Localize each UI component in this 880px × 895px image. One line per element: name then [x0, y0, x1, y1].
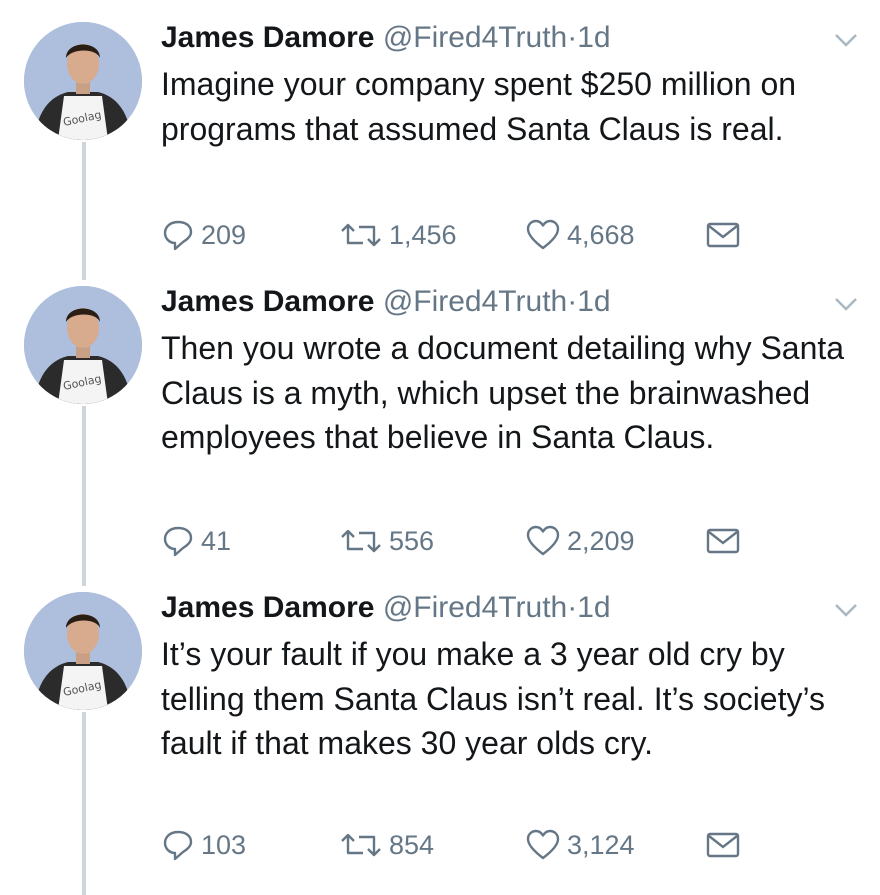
reply-icon: [163, 830, 193, 861]
tweet-actions: 209 1,456 4,668: [161, 215, 861, 255]
heart-icon: [526, 525, 560, 556]
direct-message-button[interactable]: [706, 215, 746, 255]
retweet-icon: [341, 223, 381, 247]
user-handle[interactable]: @Fired4Truth: [383, 285, 567, 318]
separator-dot: ·: [567, 591, 578, 624]
tweet-header: James Damore @Fired4Truth·1d: [161, 282, 611, 322]
tweet[interactable]: Goolag James Damore @Fired4Truth·1d Imag…: [0, 0, 880, 280]
direct-message-button[interactable]: [706, 825, 746, 865]
reply-count: 41: [201, 525, 232, 556]
tweet-actions: 103 854 3,124: [161, 825, 861, 865]
retweet-icon: [341, 833, 381, 857]
reply-button[interactable]: 103: [161, 825, 246, 865]
avatar[interactable]: Goolag: [24, 22, 142, 140]
display-name[interactable]: James Damore: [161, 591, 374, 624]
retweet-count: 854: [389, 829, 435, 860]
reply-icon: [163, 220, 193, 251]
timestamp[interactable]: 1d: [577, 21, 610, 54]
tweet-text: Then you wrote a document detailing why …: [161, 330, 845, 455]
like-count: 3,124: [567, 829, 635, 860]
chevron-down-icon[interactable]: [832, 294, 860, 314]
retweet-button[interactable]: 1,456: [339, 215, 457, 255]
separator-dot: ·: [567, 285, 578, 318]
avatar-photo: Goolag: [24, 22, 142, 140]
reply-button[interactable]: 41: [161, 521, 231, 561]
retweet-button[interactable]: 556: [339, 521, 434, 561]
like-button[interactable]: 4,668: [525, 215, 635, 255]
retweet-icon: [341, 529, 381, 553]
tweet-header: James Damore @Fired4Truth·1d: [161, 588, 611, 628]
tweet-header: James Damore @Fired4Truth·1d: [161, 18, 611, 58]
avatar-photo: Goolag: [24, 592, 142, 710]
retweet-button[interactable]: 854: [339, 825, 434, 865]
display-name[interactable]: James Damore: [161, 285, 374, 318]
envelope-icon: [706, 528, 740, 554]
user-handle[interactable]: @Fired4Truth: [383, 21, 567, 54]
tweet-text: It’s your fault if you make a 3 year old…: [161, 636, 826, 761]
separator-dot: ·: [567, 21, 578, 54]
timestamp[interactable]: 1d: [577, 285, 610, 318]
tweet-text: Imagine your company spent $250 million …: [161, 66, 797, 147]
display-name[interactable]: James Damore: [161, 21, 374, 54]
like-count: 4,668: [567, 219, 635, 250]
user-handle[interactable]: @Fired4Truth: [383, 591, 567, 624]
retweet-count: 1,456: [389, 219, 457, 250]
reply-icon: [163, 526, 193, 557]
chevron-down-icon[interactable]: [832, 30, 860, 50]
heart-icon: [526, 829, 560, 860]
like-button[interactable]: 2,209: [525, 521, 635, 561]
like-count: 2,209: [567, 525, 635, 556]
tweet[interactable]: Goolag James Damore @Fired4Truth·1d It’s…: [0, 570, 880, 895]
avatar[interactable]: Goolag: [24, 592, 142, 710]
heart-icon: [526, 219, 560, 250]
direct-message-button[interactable]: [706, 521, 746, 561]
chevron-down-icon[interactable]: [832, 600, 860, 620]
envelope-icon: [706, 222, 740, 248]
tweet[interactable]: Goolag James Damore @Fired4Truth·1d Then…: [0, 264, 880, 574]
avatar[interactable]: Goolag: [24, 286, 142, 404]
envelope-icon: [706, 832, 740, 858]
reply-button[interactable]: 209: [161, 215, 246, 255]
timestamp[interactable]: 1d: [577, 591, 610, 624]
avatar-photo: Goolag: [24, 286, 142, 404]
retweet-count: 556: [389, 525, 435, 556]
like-button[interactable]: 3,124: [525, 825, 635, 865]
reply-count: 103: [201, 829, 247, 860]
tweet-actions: 41 556 2,209: [161, 521, 861, 561]
reply-count: 209: [201, 219, 247, 250]
